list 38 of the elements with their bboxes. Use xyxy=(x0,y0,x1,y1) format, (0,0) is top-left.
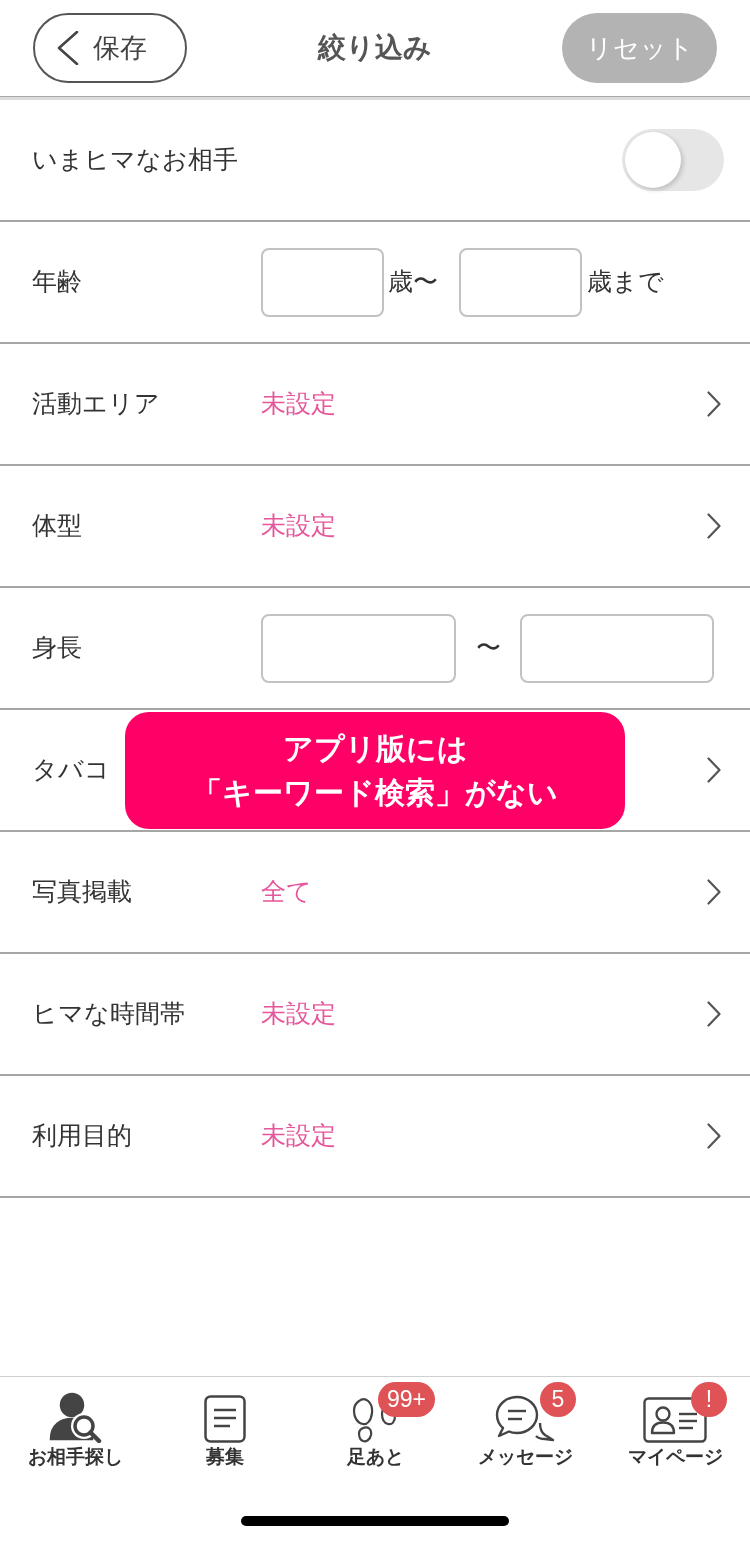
notification-badge: 99+ xyxy=(378,1382,435,1417)
messages-tab[interactable]: 5 メッセージ xyxy=(450,1377,600,1477)
filter-label: 写真掲載 xyxy=(32,876,132,908)
notification-badge: ! xyxy=(691,1382,727,1417)
partner-search-tab[interactable]: お相手探し xyxy=(0,1377,150,1477)
unit-label: 歳〜 xyxy=(388,266,439,298)
callout-text: 「キーワード検索」がない xyxy=(192,774,558,811)
chevron-right-icon[interactable] xyxy=(707,1001,721,1027)
chevron-right-icon[interactable] xyxy=(707,1123,721,1149)
height-min-field[interactable] xyxy=(261,613,456,683)
page-title: 絞り込み xyxy=(317,31,432,65)
age-max-field[interactable] xyxy=(459,247,582,317)
document-icon xyxy=(204,1395,246,1443)
filter-label: 体型 xyxy=(32,510,82,542)
height-max-field[interactable] xyxy=(520,613,714,683)
filter-label: 利用目的 xyxy=(32,1120,132,1152)
footprints-tab[interactable]: 99+ 足あと xyxy=(300,1377,450,1477)
chevron-left-icon xyxy=(57,31,79,65)
age-min-field[interactable] xyxy=(261,247,384,317)
chevron-right-icon[interactable] xyxy=(707,391,721,417)
filter-label: ヒマな時間帯 xyxy=(32,998,185,1030)
my-page-tab[interactable]: ! マイページ xyxy=(600,1377,750,1477)
recruitment-tab[interactable]: 募集 xyxy=(150,1377,300,1477)
chevron-right-icon[interactable] xyxy=(707,513,721,539)
filter-label: 年齢 xyxy=(32,266,82,298)
chevron-right-icon[interactable] xyxy=(707,879,721,905)
callout-text: アプリ版には xyxy=(282,730,468,767)
save-back-button[interactable]: 保存 xyxy=(33,13,187,83)
filter-label: 身長 xyxy=(32,632,82,664)
range-separator: 〜 xyxy=(474,632,502,664)
filter-label: タバコ xyxy=(32,754,110,786)
chevron-right-icon[interactable] xyxy=(707,757,721,783)
unit-label: 歳まで xyxy=(587,266,664,298)
notification-badge: 5 xyxy=(540,1382,576,1417)
person-search-icon xyxy=(48,1391,102,1443)
filter-label: いまヒマなお相手 xyxy=(32,144,238,176)
filter-label: 活動エリア xyxy=(32,388,160,420)
id-card-icon xyxy=(643,1397,707,1443)
